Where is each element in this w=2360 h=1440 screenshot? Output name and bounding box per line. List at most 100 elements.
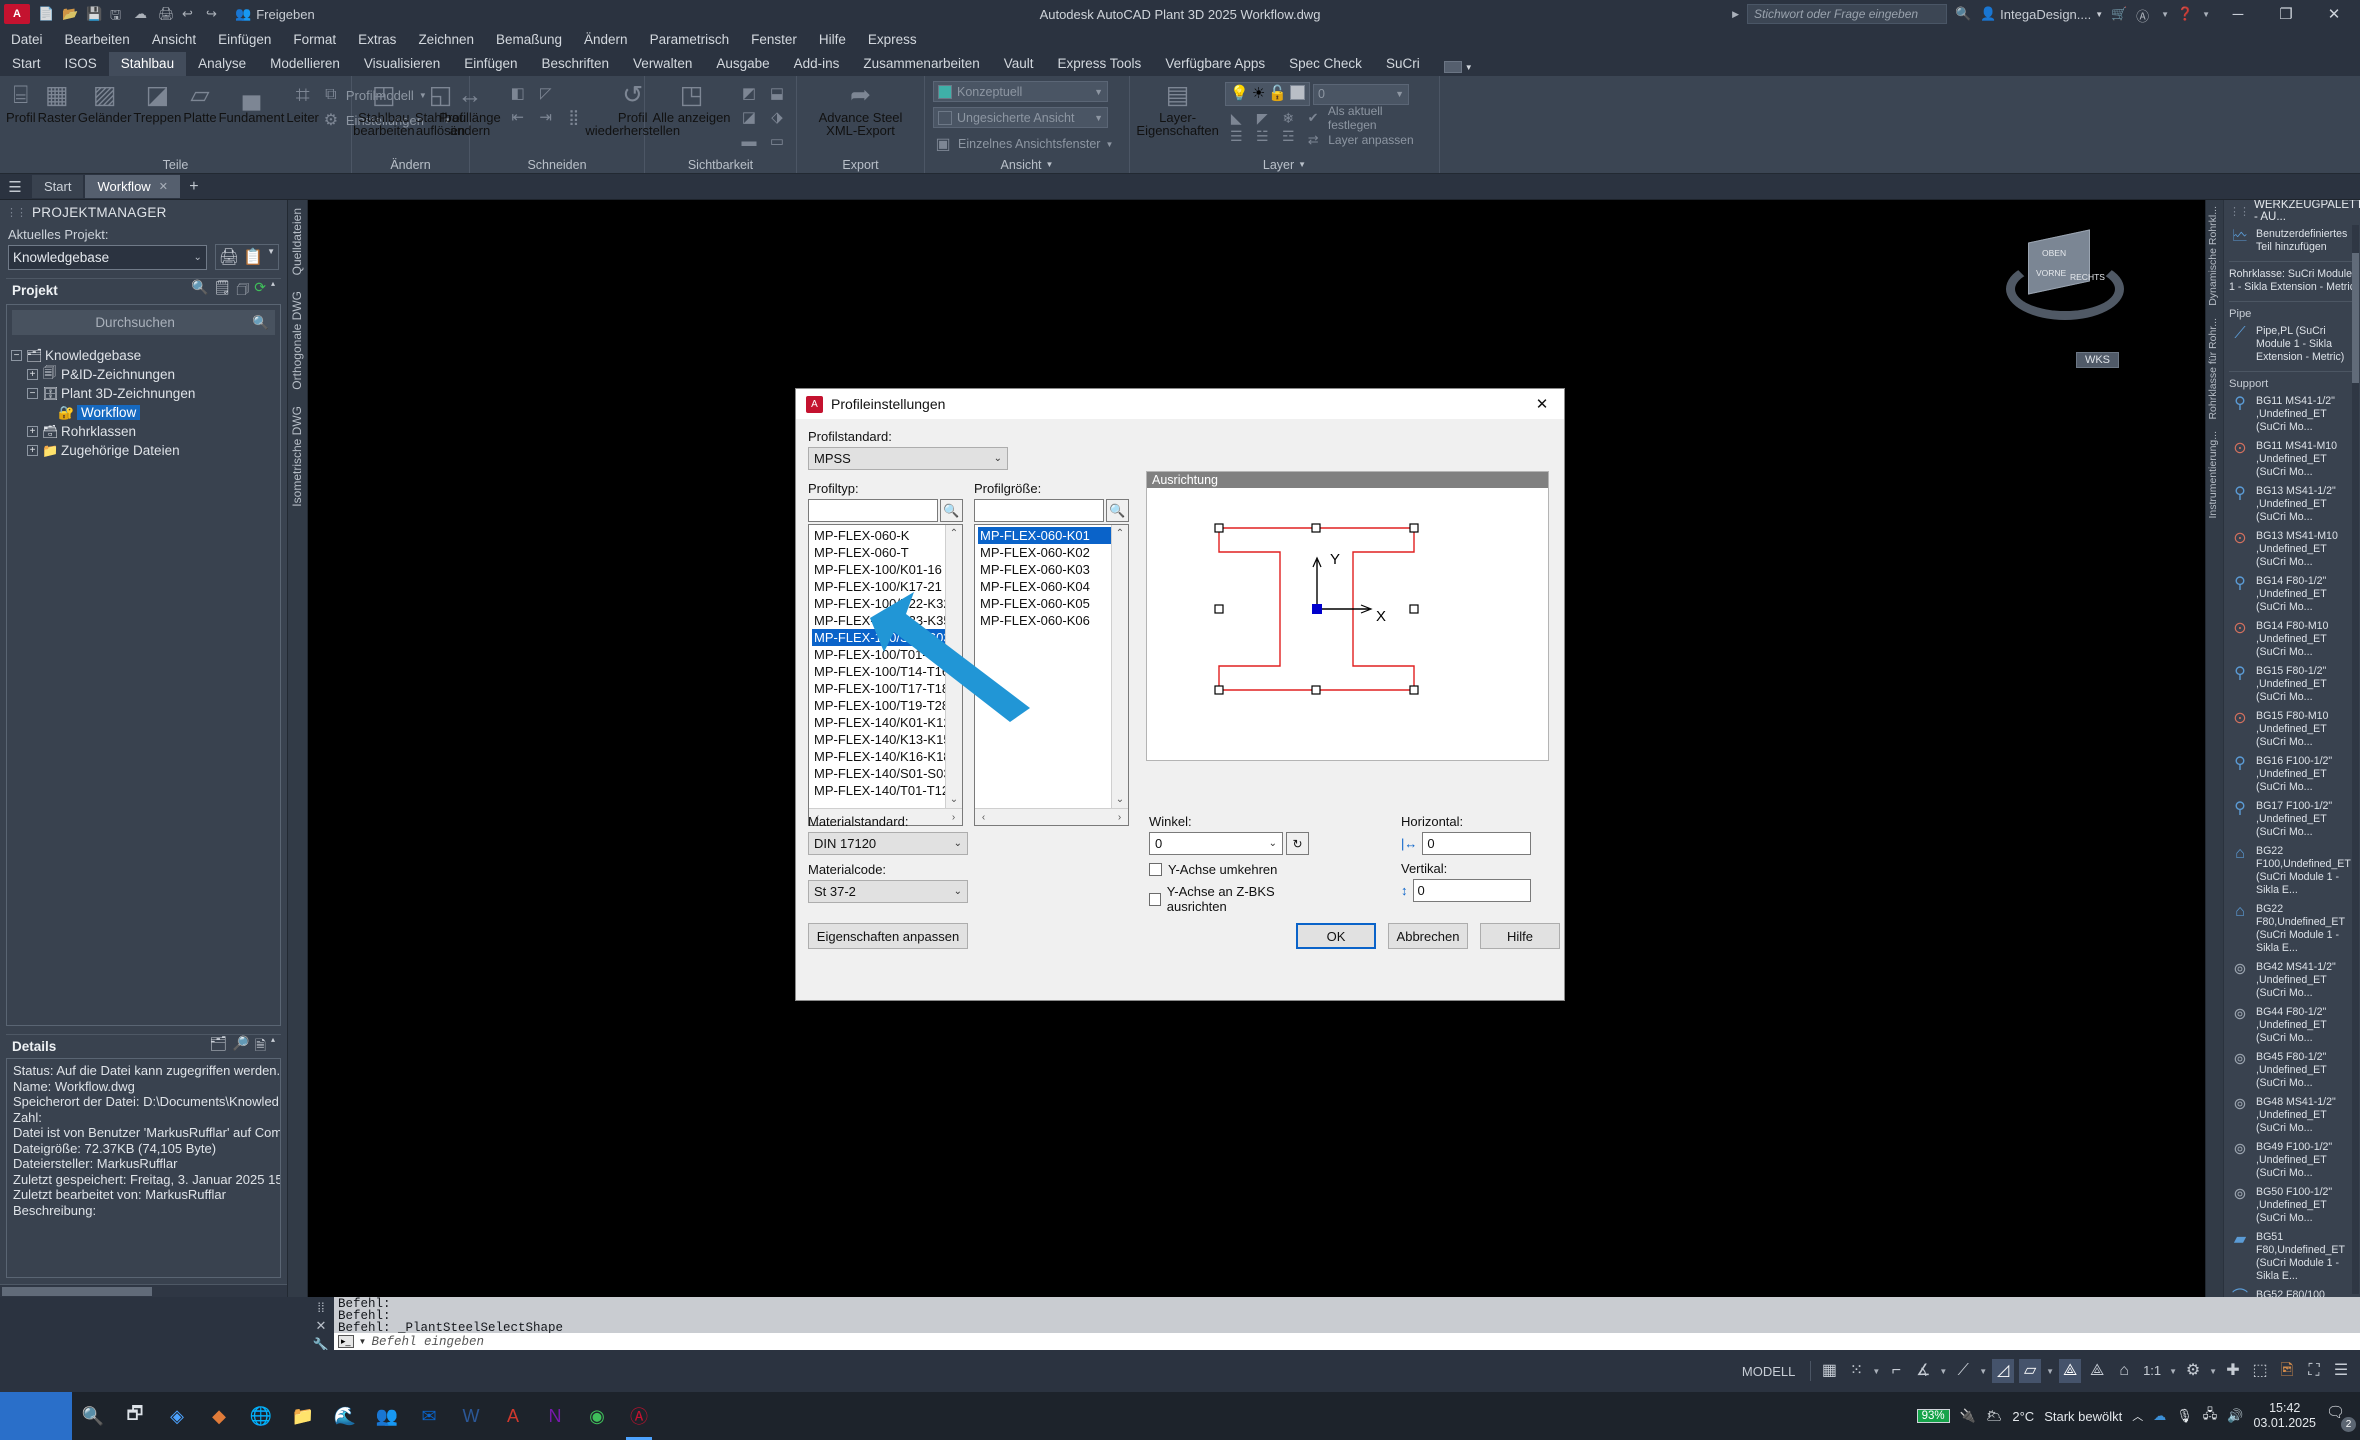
ok-button[interactable]: OK: [1296, 923, 1376, 949]
end-isolate-icon[interactable]: ▭: [764, 131, 790, 153]
ribbon-tab-stahlbau[interactable]: Stahlbau: [108, 52, 187, 76]
search-icon[interactable]: 🔍: [191, 279, 208, 303]
hamburger-icon[interactable]: ☰: [0, 178, 30, 196]
menu-item-ansicht[interactable]: Ansicht: [141, 28, 207, 52]
help-button[interactable]: Hilfe: [1480, 923, 1560, 949]
menu-item-express[interactable]: Express: [857, 28, 928, 52]
chevron-down-icon[interactable]: ▼: [1979, 1367, 1987, 1376]
visual-style-combo[interactable]: Konzeptuell ▼: [933, 81, 1108, 102]
profile-type-list-item[interactable]: MP-FLEX-060-T: [812, 544, 945, 561]
ribbon-tab-vault[interactable]: Vault: [992, 52, 1046, 76]
cloud-icon[interactable]: ☁: [134, 6, 151, 23]
chevron-down-icon[interactable]: ▼: [1298, 160, 1306, 169]
chevron-down-icon[interactable]: ▼: [2161, 10, 2169, 19]
tree-node-zugeh-rige-dateien[interactable]: + 📁 Zugehörige Dateien: [11, 441, 276, 460]
cut-tools-grid[interactable]: ◧ ◸ ⇤ ⇥ ⣿: [505, 80, 587, 129]
details-icon[interactable]: 🗂: [210, 1035, 228, 1059]
chevron-down-icon[interactable]: ▼: [2169, 1367, 2177, 1376]
tree-expander[interactable]: −: [27, 388, 38, 399]
single-viewport-dropdown[interactable]: ▣ Einzelnes Ansichtsfenster ▼: [933, 133, 1121, 155]
menu-item-parametrisch[interactable]: Parametrisch: [639, 28, 741, 52]
onenote-icon[interactable]: N: [534, 1392, 576, 1440]
chevron-down-icon[interactable]: ▼: [2046, 1367, 2054, 1376]
palette-tool-item[interactable]: ⊚ BG48 MS41-1/2" ,Undefined_ET (SuCri Mo.…: [2229, 1093, 2358, 1138]
otrack-icon[interactable]: ▱: [2019, 1359, 2042, 1383]
reorder-icon[interactable]: 🗇: [236, 279, 249, 303]
isolate-icon[interactable]: ⬗: [764, 107, 790, 129]
palette-tool-item[interactable]: ▰ BG51 F80,Undefined_ET (SuCri Module 1 -…: [2229, 1228, 2358, 1286]
profil-button[interactable]: ⌸ Profil: [6, 80, 36, 127]
fundament-button[interactable]: ▄ Fundament: [219, 80, 285, 127]
scroll-down-icon[interactable]: ⌄: [1112, 791, 1128, 808]
palette-tool-item[interactable]: ⊚ BG44 F80-1/2" ,Undefined_ET (SuCri Mo..…: [2229, 1003, 2358, 1048]
palette-tool-item[interactable]: 🗠 Benutzerdefiniertes Teil hinzufügen: [2229, 225, 2358, 257]
restore-button[interactable]: ❐: [2266, 0, 2306, 28]
chevron-down-icon[interactable]: ▼: [1046, 160, 1054, 169]
ribbon-tab-add-ins[interactable]: Add-ins: [782, 52, 852, 76]
menu-item-datei[interactable]: Datei: [0, 28, 54, 52]
palette-vtab-rohrklasse-f-r-rohr-[interactable]: Rohrklasse für Rohr...: [2206, 312, 2220, 426]
palette-tool-item[interactable]: ⚲ BG11 MS41-1/2" ,Undefined_ET (SuCri Mo.…: [2229, 392, 2358, 437]
snap-icon[interactable]: ⁙: [1845, 1359, 1867, 1383]
chevron-down-icon[interactable]: ▼: [1939, 1367, 1947, 1376]
tree-expander[interactable]: −: [11, 350, 22, 361]
profile-type-list-item[interactable]: MP-FLEX-140/T01-T12: [812, 782, 949, 799]
profile-type-list-item[interactable]: MP-FLEX-140/K13-K15: [812, 731, 951, 748]
annotation-scale[interactable]: 1:1: [2140, 1359, 2164, 1383]
profile-type-vscrollbar[interactable]: ⌃ ⌄: [945, 525, 962, 808]
layer-eigenschaften-button[interactable]: ▤ Layer-Eigenschaften: [1136, 80, 1219, 140]
chevron-down-icon[interactable]: ▼: [2202, 10, 2210, 19]
visibility-tools-grid[interactable]: ◩ ⬓ ◪ ⬗ ▬ ▭: [736, 80, 790, 153]
app2-icon[interactable]: ◆: [198, 1392, 240, 1440]
menu-item-zeichnen[interactable]: Zeichnen: [407, 28, 485, 52]
copy-icon[interactable]: 📋: [243, 247, 263, 267]
profile-size-list-item[interactable]: MP-FLEX-060-K05: [978, 595, 1111, 612]
ribbon-tab-einf-gen[interactable]: Einfügen: [452, 52, 529, 76]
start-button[interactable]: [0, 1392, 72, 1440]
doc-tab-start[interactable]: Start: [32, 175, 84, 198]
raster-button[interactable]: ▦ Raster: [38, 80, 76, 127]
save-icon[interactable]: 💾: [86, 6, 103, 23]
profile-type-list-item[interactable]: MP-FLEX-140/K16-K18: [812, 748, 951, 765]
view-combo[interactable]: Ungesicherte Ansicht ▼: [933, 107, 1108, 128]
tree-expander[interactable]: +: [27, 426, 38, 437]
material-code-combo[interactable]: St 37-2 ⌄: [808, 880, 968, 903]
chrome-icon[interactable]: 🌐: [240, 1392, 282, 1440]
ribbon-tab-sucri[interactable]: SuCri: [1374, 52, 1432, 76]
unlock-icon[interactable]: 🔓: [1268, 85, 1287, 103]
ribbon-tab-zusammenarbeiten[interactable]: Zusammenarbeiten: [851, 52, 991, 76]
collapse-icon[interactable]: ▴: [271, 279, 275, 303]
ribbon-tab-analyse[interactable]: Analyse: [186, 52, 258, 76]
account-menu[interactable]: 👤 IntegaDesign.... ▼: [1980, 6, 2103, 22]
transparency-icon[interactable]: ⟁: [2086, 1359, 2108, 1383]
ribbon-tab-express-tools[interactable]: Express Tools: [1046, 52, 1154, 76]
tree-expander[interactable]: +: [27, 369, 38, 380]
search-icon[interactable]: 🔍: [1955, 6, 1972, 23]
profile-type-list-item[interactable]: MP-FLEX-100/T01-T13: [812, 646, 949, 663]
profile-size-search-button[interactable]: 🔍: [1106, 499, 1129, 522]
profile-type-list-item[interactable]: MP-FLEX-100/K17-21: [812, 578, 945, 595]
acrobat-icon[interactable]: A: [492, 1392, 534, 1440]
ribbon-tab-start[interactable]: Start: [0, 52, 53, 76]
battery-indicator[interactable]: 93%: [1916, 1409, 1950, 1423]
palette-tool-item[interactable]: ⚲ BG15 F80-1/2" ,Undefined_ET (SuCri Mo..…: [2229, 662, 2358, 707]
leiter-button[interactable]: ⌗ Leiter: [286, 80, 319, 127]
saveas-icon[interactable]: 🖫: [110, 6, 127, 23]
collapse-icon[interactable]: ▴: [271, 1035, 275, 1059]
app-icon[interactable]: ◈: [156, 1392, 198, 1440]
ribbon-tab-beschriften[interactable]: Beschriften: [530, 52, 622, 76]
edge-icon[interactable]: 🌊: [324, 1392, 366, 1440]
palette-tool-item[interactable]: ⚲ BG16 F100-1/2" ,Undefined_ET (SuCri Mo.…: [2229, 752, 2358, 797]
menu-item-bearbeiten[interactable]: Bearbeiten: [54, 28, 141, 52]
profile-type-list-item[interactable]: MP-FLEX-100/T19-T28: [812, 697, 949, 714]
gelaender-button[interactable]: ▨ Geländer: [78, 80, 131, 127]
weather-icon[interactable]: 🌥: [1986, 1408, 2003, 1424]
material-standard-combo[interactable]: DIN 17120 ⌄: [808, 832, 968, 855]
ribbon-tab-verwalten[interactable]: Verwalten: [621, 52, 704, 76]
color-swatch-icon[interactable]: [1290, 85, 1306, 100]
profile-settings-dialog[interactable]: A Profileinstellungen ✕ Profilstandard: …: [795, 388, 1565, 1001]
custom-properties-button[interactable]: Eigenschaften anpassen: [808, 923, 968, 949]
iso-on-icon[interactable]: ◩: [736, 83, 762, 105]
palette-tool-item[interactable]: ⊙ BG13 MS41-M10 ,Undefined_ET (SuCri Mo..…: [2229, 527, 2358, 572]
profile-size-list-item[interactable]: MP-FLEX-060-K04: [978, 578, 1111, 595]
